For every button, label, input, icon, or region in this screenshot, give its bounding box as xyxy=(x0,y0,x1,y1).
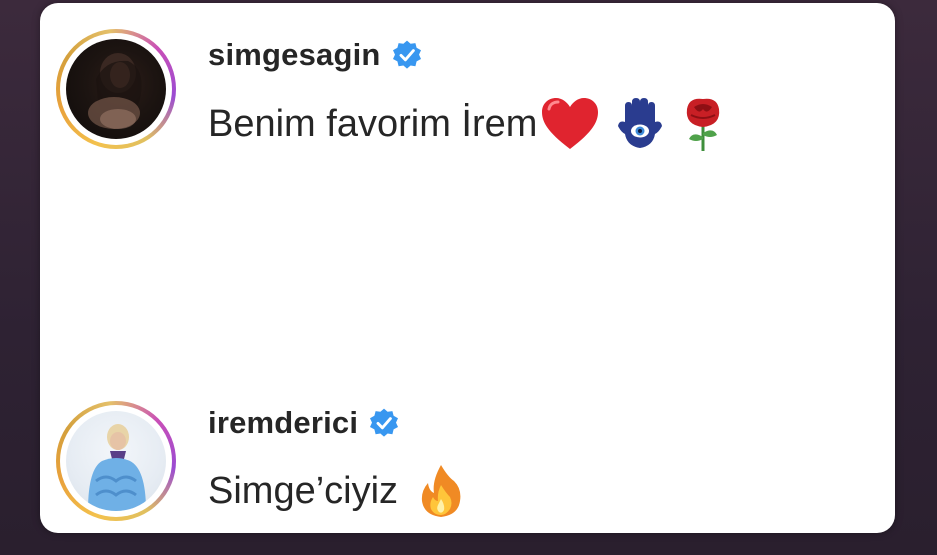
story-ring[interactable] xyxy=(56,29,176,149)
comment-text: Simge’ciyiz xyxy=(208,463,464,519)
comment-body: Benim favorim İrem xyxy=(208,102,538,145)
fire-icon xyxy=(421,465,461,517)
comments-card: simgesagin Benim favorim İrem iremderici… xyxy=(40,3,895,533)
avatar-photo-iremderici xyxy=(88,424,146,511)
hamsa-icon xyxy=(618,98,663,148)
username[interactable]: iremderici xyxy=(208,405,400,441)
username-text[interactable]: iremderici xyxy=(208,405,358,441)
username-text[interactable]: simgesagin xyxy=(208,37,381,73)
red-heart-icon xyxy=(542,98,599,149)
avatar-photo-simgesagin xyxy=(88,53,142,129)
verified-badge-icon xyxy=(392,40,421,69)
verified-badge-icon xyxy=(370,408,399,437)
comment-text: Benim favorim İrem xyxy=(208,95,725,153)
avatar[interactable] xyxy=(66,39,166,139)
username[interactable]: simgesagin xyxy=(208,37,423,73)
comment-body: Simge’ciyiz xyxy=(208,469,399,512)
story-ring[interactable] xyxy=(56,401,176,521)
avatar[interactable] xyxy=(66,411,166,511)
rose-icon xyxy=(687,98,720,151)
